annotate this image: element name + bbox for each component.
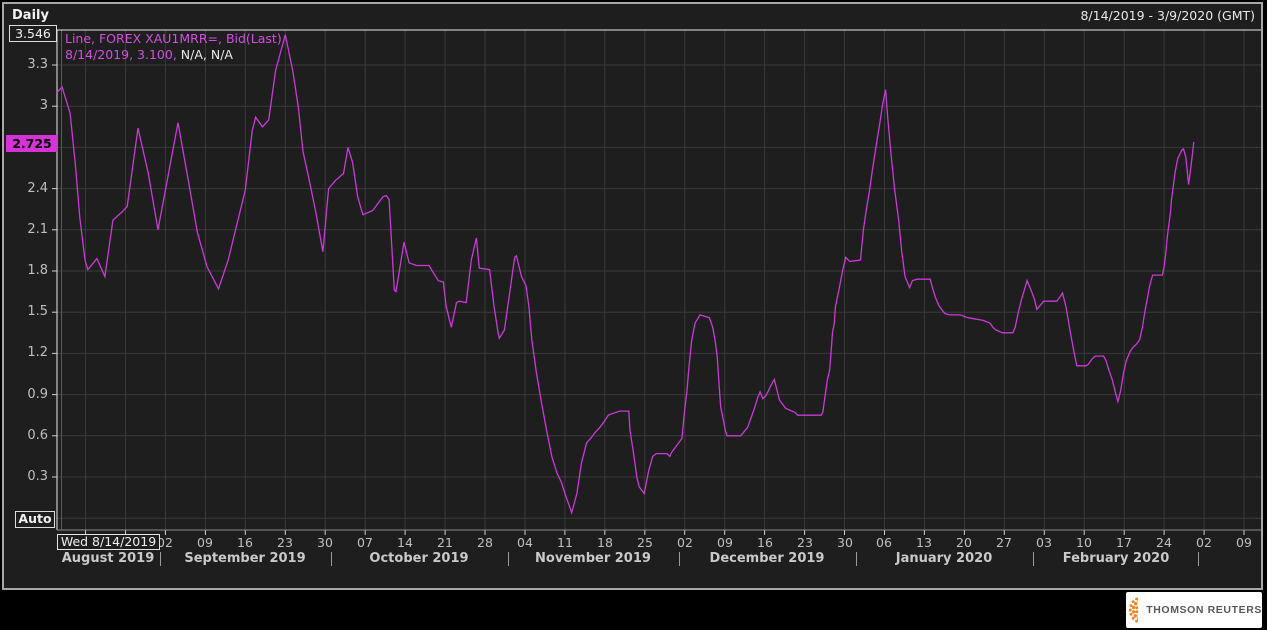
y-tick-label: 1.8 (27, 263, 48, 278)
x-tick-label: 20 (956, 535, 972, 550)
interval-label: Daily (12, 8, 49, 23)
x-tick-label: 23 (277, 535, 293, 550)
y-tick-label: 1.5 (27, 304, 48, 319)
x-tick-label: 03 (1036, 535, 1052, 550)
x-tick-label: 28 (477, 535, 493, 550)
x-month-label: January 2020 (895, 551, 993, 566)
thomson-reuters-logo: THOMSON REUTERS (1126, 592, 1262, 628)
x-month-label: August 2019 (61, 551, 155, 566)
screen: { "window": { "period_label": "Daily", "… (0, 0, 1267, 630)
month-separator (160, 552, 161, 566)
x-tick-label: 09 (197, 535, 213, 550)
x-tick-label: 09 (717, 535, 733, 550)
y-tick-label: 0.3 (27, 469, 48, 484)
x-tick-label: 24 (1156, 535, 1172, 550)
month-separator (856, 552, 857, 566)
x-tick-label: 11 (557, 535, 573, 550)
y-tick-label: 2.1 (27, 222, 48, 237)
x-month-label: November 2019 (535, 551, 651, 566)
month-separator (1033, 552, 1034, 566)
chart-window-content: Daily 8/14/2019 - 3/9/2020 (GMT) Line, F… (4, 4, 1261, 588)
cursor-date-box[interactable]: Wed 8/14/2019 (57, 534, 160, 550)
x-tick-label: 14 (397, 535, 413, 550)
month-separator (331, 552, 332, 566)
y-tick-label: 3.3 (27, 57, 48, 72)
x-tick-label: 02 (1196, 535, 1212, 550)
x-tick-label: 09 (1236, 535, 1252, 550)
y-tick-label: 0.9 (27, 387, 48, 402)
x-month-label: September 2019 (184, 551, 306, 566)
x-tick-label: 17 (1116, 535, 1132, 550)
x-tick-label: 06 (876, 535, 892, 550)
x-tick-label: 02 (677, 535, 693, 550)
x-tick-label: 07 (357, 535, 373, 550)
month-separator (1198, 552, 1199, 566)
auto-scale-button[interactable]: Auto (15, 511, 55, 528)
x-tick-label: 16 (757, 535, 773, 550)
x-tick-label: 30 (837, 535, 853, 550)
y-axis-max-value-box: 3.546 (9, 25, 57, 42)
x-month-label: December 2019 (709, 551, 825, 566)
date-range-label: 8/14/2019 - 3/9/2020 (GMT) (1080, 8, 1255, 23)
thomson-reuters-wordmark: THOMSON REUTERS (1146, 604, 1262, 616)
x-month-label: October 2019 (369, 551, 469, 566)
y-tick-label: 2.4 (27, 181, 48, 196)
x-tick-label: 16 (237, 535, 253, 550)
last-price-marker: 2.725 (6, 135, 58, 152)
x-tick-label: 25 (637, 535, 653, 550)
chart-window: Daily 8/14/2019 - 3/9/2020 (GMT) Line, F… (2, 2, 1263, 590)
month-separator (508, 552, 509, 566)
month-separator (679, 552, 680, 566)
chart-plot-area[interactable] (57, 30, 1261, 530)
x-tick-label: 13 (916, 535, 932, 550)
x-tick-label: 21 (437, 535, 453, 550)
x-tick-label: 30 (317, 535, 333, 550)
y-tick-label: 3 (39, 98, 48, 113)
y-tick-label: 1.2 (27, 345, 48, 360)
x-month-label: February 2020 (1062, 551, 1170, 566)
thomson-reuters-globe-icon (1128, 597, 1139, 623)
x-tick-label: 18 (597, 535, 613, 550)
x-tick-label: 23 (797, 535, 813, 550)
x-tick-label: 10 (1076, 535, 1092, 550)
x-tick-label: 04 (517, 535, 533, 550)
y-tick-label: 0.6 (27, 428, 48, 443)
x-tick-label: 27 (996, 535, 1012, 550)
